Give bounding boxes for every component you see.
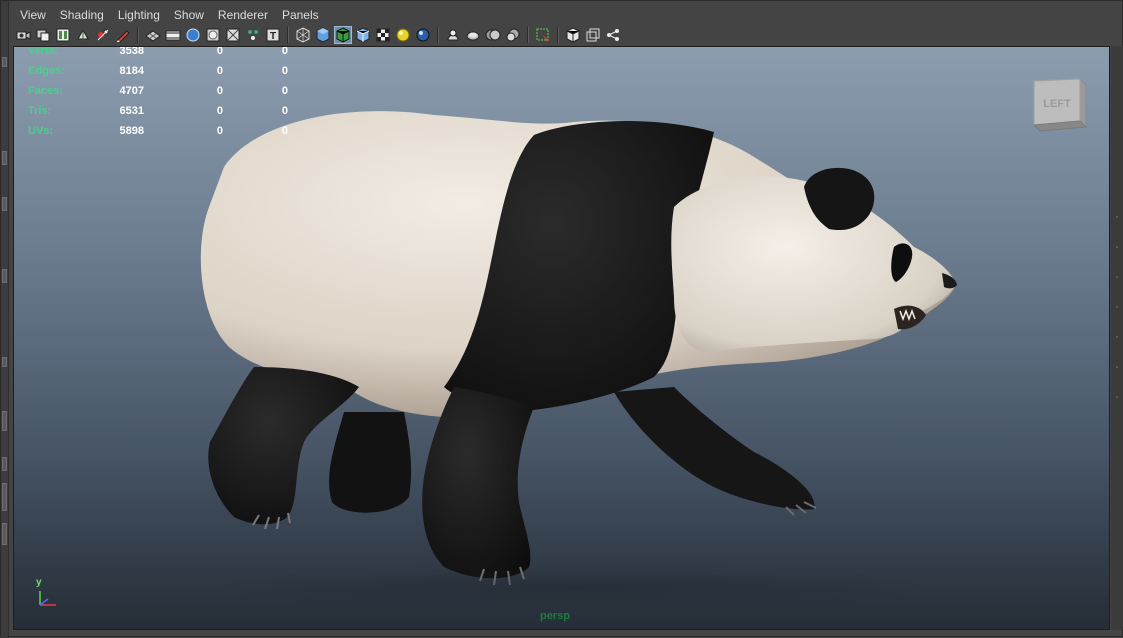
panda-far-front-leg [614, 387, 815, 510]
safe-title-icon[interactable]: T [265, 27, 281, 43]
default-material-icon[interactable] [355, 27, 371, 43]
menu-lighting[interactable]: Lighting [111, 5, 167, 25]
toolbar-separator [137, 27, 139, 43]
grid-icon[interactable] [145, 27, 161, 43]
hud-value: 0 [281, 105, 288, 117]
isolate-select-icon[interactable] [535, 27, 551, 43]
hud-value: 0 [216, 46, 223, 57]
ground-shadow [194, 565, 954, 609]
menu-renderer[interactable]: Renderer [211, 5, 275, 25]
field-chart-icon[interactable] [225, 27, 241, 43]
menu-panels[interactable]: Panels [275, 5, 326, 25]
shadows-icon[interactable] [415, 27, 431, 43]
toolbar-separator [437, 27, 439, 43]
strip-handle[interactable] [2, 523, 7, 545]
hud-value: 6531 [119, 105, 144, 117]
svg-text:T: T [270, 31, 276, 42]
panel-menu-bar: View Shading Lighting Show Renderer Panels [13, 5, 326, 25]
grease-pencil-icon[interactable] [115, 27, 131, 43]
axis-gizmo: y [32, 577, 68, 609]
hud-value: 0 [216, 125, 223, 137]
strip-handle[interactable] [2, 197, 7, 211]
strip-handle[interactable] [2, 151, 7, 165]
menu-view[interactable]: View [13, 5, 53, 25]
strip-handle[interactable] [2, 357, 7, 367]
depth-of-field-icon[interactable] [505, 27, 521, 43]
safe-action-icon[interactable] [245, 27, 261, 43]
wireframe-icon[interactable] [295, 27, 311, 43]
hud-label: Tris: [28, 105, 52, 117]
motion-blur-icon[interactable] [465, 27, 481, 43]
strip-handle[interactable] [2, 483, 7, 511]
view-cube-face-label: LEFT [1043, 98, 1071, 110]
hud-value: 0 [216, 85, 223, 97]
resolution-gate-icon[interactable] [185, 27, 201, 43]
bookmark-icon[interactable] [55, 27, 71, 43]
hud-value: 8184 [119, 65, 144, 77]
camera-attributes-icon[interactable] [35, 27, 51, 43]
toolbar-separator [527, 27, 529, 43]
hud-value: 0 [216, 105, 223, 117]
xray-joints-icon[interactable] [605, 27, 621, 43]
maya-viewport-panel: View Shading Lighting Show Renderer Panels T [0, 0, 1123, 638]
hud-value: 3538 [119, 46, 144, 57]
hud-value: 0 [281, 46, 288, 57]
use-all-lights-icon[interactable] [395, 27, 411, 43]
strip-handle[interactable] [2, 457, 7, 471]
view-cube[interactable]: LEFT [1028, 75, 1090, 133]
hud-value: 0 [281, 85, 288, 97]
strip-handle[interactable] [2, 57, 7, 67]
hud-value: 0 [281, 125, 288, 137]
hud-label: UVs: [28, 125, 54, 137]
hud-value: 4707 [119, 85, 144, 97]
toolbar-separator [557, 27, 559, 43]
camera-select-icon[interactable] [15, 27, 31, 43]
right-scroll-strip[interactable] [1111, 46, 1123, 630]
gate-mask-icon[interactable] [205, 27, 221, 43]
multisample-aa-icon[interactable] [485, 27, 501, 43]
perspective-viewport[interactable]: Verts: 3538 0 0 Edges: 8184 0 0 Faces: 4707 0 0 Tris… [13, 46, 1110, 630]
hud-label: Edges: [28, 65, 65, 77]
menu-shading[interactable]: Shading [53, 5, 111, 25]
screen-space-ao-icon[interactable] [445, 27, 461, 43]
film-gate-icon[interactable] [165, 27, 181, 43]
toolbar-separator [287, 27, 289, 43]
strip-handle[interactable] [2, 269, 7, 283]
wireframe-on-shaded-icon[interactable] [334, 26, 352, 44]
hud-label: Faces: [28, 85, 63, 97]
2d-pan-zoom-icon[interactable] [95, 27, 111, 43]
hud-value: 0 [281, 65, 288, 77]
image-plane-icon[interactable] [75, 27, 91, 43]
strip-handle[interactable] [2, 411, 7, 431]
menu-show[interactable]: Show [167, 5, 211, 25]
hud-label: Verts: [28, 46, 59, 57]
smooth-shade-icon[interactable] [315, 27, 331, 43]
camera-name-label: persp [540, 610, 570, 622]
textured-icon[interactable] [375, 27, 391, 43]
panda-model[interactable] [14, 47, 1110, 630]
panel-toolbar: T [13, 25, 623, 45]
xray-icon[interactable] [565, 27, 581, 43]
hud-value: 5898 [119, 125, 144, 137]
panda-near-front-leg [422, 387, 534, 586]
panda-far-hind-leg [329, 412, 412, 513]
hud-value: 0 [216, 65, 223, 77]
xray-active-components-icon[interactable] [585, 27, 601, 43]
left-tool-strip [1, 1, 9, 638]
